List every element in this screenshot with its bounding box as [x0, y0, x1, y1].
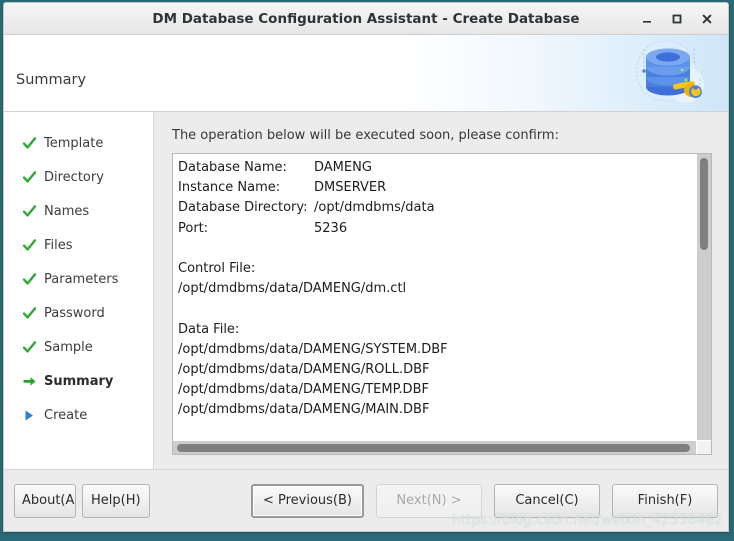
sidebar-item-label: Sample	[44, 339, 93, 355]
sidebar-item-password[interactable]: Password	[4, 296, 153, 330]
summary-panel: Database Name: DAMENG Instance Name: DMS…	[172, 153, 712, 455]
check-icon	[22, 170, 44, 185]
summary-row: Port: 5236	[178, 219, 696, 239]
summary-key: Port:	[178, 220, 209, 236]
summary-row: Instance Name: DMSERVER	[178, 178, 696, 198]
check-icon	[22, 204, 44, 219]
horizontal-scrollbar-row	[173, 440, 711, 454]
sidebar-item-template[interactable]: Template	[4, 126, 153, 160]
check-icon	[22, 238, 44, 253]
title-bar: DM Database Configuration Assistant - Cr…	[4, 3, 728, 35]
triangle-right-icon	[22, 408, 44, 423]
application-window: DM Database Configuration Assistant - Cr…	[3, 2, 729, 532]
next-button: Next(N) >	[376, 483, 482, 518]
main-pane: The operation below will be executed soo…	[154, 112, 728, 469]
horizontal-scrollbar[interactable]	[173, 440, 696, 454]
close-icon[interactable]	[692, 5, 722, 33]
check-icon	[22, 272, 44, 287]
data-file-path: /opt/dmdbms/data/DAMENG/MAIN.DBF	[178, 402, 430, 418]
database-wrench-icon	[600, 35, 720, 111]
sidebar-item-directory[interactable]: Directory	[4, 160, 153, 194]
data-file-path: /opt/dmdbms/data/DAMENG/ROLL.DBF	[178, 362, 430, 377]
finish-button[interactable]: Finish(F)	[612, 483, 718, 518]
footer-left-buttons: About(A) Help(H)	[14, 483, 150, 518]
data-file-path: /opt/dmdbms/data/DAMENG/TEMP.DBF	[178, 382, 429, 398]
summary-spacer	[178, 239, 696, 259]
data-file-heading: Data File:	[178, 321, 240, 337]
sidebar-item-label: Directory	[44, 169, 104, 185]
window-title: DM Database Configuration Assistant - Cr…	[152, 10, 580, 27]
help-button[interactable]: Help(H)	[82, 483, 150, 518]
previous-button[interactable]: < Previous(B)	[250, 483, 364, 518]
summary-text[interactable]: Database Name: DAMENG Instance Name: DMS…	[173, 154, 696, 440]
dialog-body: Template Directory Names Files Parameter…	[4, 112, 728, 469]
data-file-path: /opt/dmdbms/data/DAMENG/SYSTEM.DBF	[178, 341, 448, 357]
window-controls	[632, 5, 728, 33]
summary-value: 5236	[314, 220, 348, 236]
about-button[interactable]: About(A)	[14, 483, 76, 518]
sidebar-item-create[interactable]: Create	[4, 398, 153, 432]
sidebar-item-label: Password	[44, 305, 105, 321]
scrollbar-corner	[696, 440, 711, 454]
dialog-footer: About(A) Help(H) < Previous(B) Next(N) >…	[4, 469, 728, 531]
summary-key: Database Name:	[178, 160, 287, 175]
sidebar-item-sample[interactable]: Sample	[4, 330, 153, 364]
check-icon	[22, 136, 44, 151]
confirm-prompt: The operation below will be executed soo…	[172, 128, 559, 143]
summary-key: Database Directory:	[178, 200, 308, 216]
steps-sidebar: Template Directory Names Files Parameter…	[4, 112, 154, 469]
sidebar-item-label: Template	[44, 135, 104, 151]
summary-value: DMSERVER	[314, 180, 387, 196]
summary-scroll-area: Database Name: DAMENG Instance Name: DMS…	[173, 154, 711, 440]
sidebar-item-label: Names	[44, 203, 90, 219]
control-file-heading: Control File:	[178, 261, 256, 276]
control-file-path: /opt/dmdbms/data/DAMENG/dm.ctl	[178, 281, 407, 297]
sidebar-item-label: Parameters	[44, 271, 119, 287]
sidebar-item-label: Files	[44, 237, 73, 253]
sidebar-item-label: Create	[44, 407, 88, 423]
summary-row: Database Name: DAMENG	[178, 158, 696, 178]
footer-right-buttons: < Previous(B) Next(N) > Cancel(C) Finish…	[250, 483, 718, 518]
screen: DM Database Configuration Assistant - Cr…	[0, 0, 734, 541]
vertical-scrollbar[interactable]	[696, 154, 711, 440]
check-icon	[22, 340, 44, 355]
sidebar-item-summary[interactable]: Summary	[4, 364, 153, 398]
sidebar-item-names[interactable]: Names	[4, 194, 153, 228]
minimize-icon[interactable]	[632, 5, 662, 33]
summary-value: /opt/dmdbms/data	[314, 200, 435, 216]
arrow-right-icon	[22, 374, 44, 389]
sidebar-item-parameters[interactable]: Parameters	[4, 262, 153, 296]
summary-row: Database Directory: /opt/dmdbms/data	[178, 198, 696, 218]
sidebar-item-label: Summary	[44, 373, 114, 389]
sidebar-item-files[interactable]: Files	[4, 228, 153, 262]
page-title: Summary	[16, 72, 87, 88]
summary-spacer	[178, 299, 696, 319]
maximize-icon[interactable]	[662, 5, 692, 33]
check-icon	[22, 306, 44, 321]
page-banner: Summary	[4, 35, 728, 112]
horizontal-scrollbar-thumb[interactable]	[177, 444, 690, 452]
vertical-scrollbar-thumb[interactable]	[700, 158, 708, 250]
cancel-button[interactable]: Cancel(C)	[494, 483, 600, 518]
summary-value: DAMENG	[314, 160, 372, 175]
summary-key: Instance Name:	[178, 180, 281, 196]
